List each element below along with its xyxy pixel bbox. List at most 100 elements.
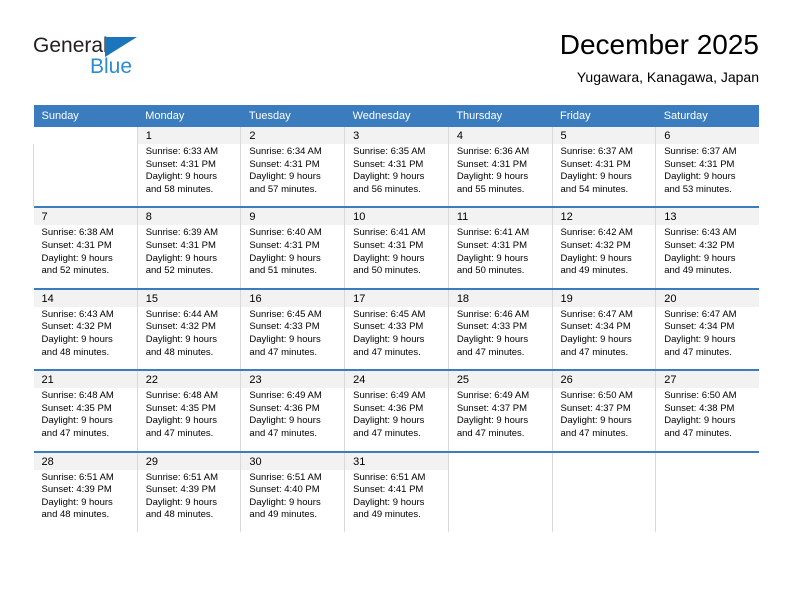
day-detail-11[interactable]: Sunrise: 6:41 AM Sunset: 4:31 PM Dayligh… (447, 225, 553, 288)
day-number-12[interactable]: 12 (551, 208, 656, 226)
day-number-20[interactable]: 20 (655, 289, 760, 307)
day-detail-29[interactable]: Sunrise: 6:51 AM Sunset: 4:39 PM Dayligh… (136, 469, 241, 532)
day-number-14[interactable]: 14 (33, 289, 138, 307)
day-number-11[interactable]: 11 (447, 208, 553, 226)
day-detail-27[interactable]: Sunrise: 6:50 AM Sunset: 4:38 PM Dayligh… (655, 388, 760, 451)
day-number-25[interactable]: 25 (447, 371, 553, 389)
day-detail-5[interactable]: Sunrise: 6:37 AM Sunset: 4:31 PM Dayligh… (551, 144, 656, 207)
day-number-30[interactable]: 30 (240, 452, 345, 470)
day-number-19[interactable]: 19 (551, 289, 656, 307)
daylight-text-1: Daylight: 9 hours (353, 252, 425, 264)
day-detail-9[interactable]: Sunrise: 6:40 AM Sunset: 4:31 PM Dayligh… (240, 225, 345, 288)
daylight-text-1: Daylight: 9 hours (145, 252, 217, 264)
day-number-7[interactable]: 7 (33, 208, 138, 226)
day-number-10[interactable]: 10 (344, 208, 449, 226)
day-detail-8[interactable]: Sunrise: 6:39 AM Sunset: 4:31 PM Dayligh… (136, 225, 241, 288)
sunset-text: Sunset: 4:31 PM (456, 158, 528, 170)
day-number-1[interactable]: 1 (136, 127, 241, 144)
sunset-text: Sunset: 4:31 PM (249, 158, 320, 170)
day-detail-4[interactable]: Sunrise: 6:36 AM Sunset: 4:31 PM Dayligh… (447, 144, 553, 207)
day-number-13[interactable]: 13 (655, 208, 760, 226)
day-detail-24[interactable]: Sunrise: 6:49 AM Sunset: 4:36 PM Dayligh… (344, 388, 449, 451)
sunrise-text: Sunrise: 6:48 AM (145, 390, 219, 402)
day-number-24[interactable]: 24 (344, 371, 449, 389)
day-detail-10[interactable]: Sunrise: 6:41 AM Sunset: 4:31 PM Dayligh… (344, 225, 449, 288)
day-number-5[interactable]: 5 (551, 127, 656, 144)
sunset-text: Sunset: 4:31 PM (560, 158, 631, 170)
sunrise-text: Sunrise: 6:43 AM (664, 227, 737, 239)
daylight-text-1: Daylight: 9 hours (456, 171, 529, 183)
day-number-21[interactable]: 21 (33, 371, 138, 389)
sunset-text: Sunset: 4:40 PM (249, 484, 320, 496)
daylight-text-2: and 47 minutes. (456, 346, 525, 358)
daylight-text-1: Daylight: 9 hours (145, 496, 217, 508)
day-detail-30[interactable]: Sunrise: 6:51 AM Sunset: 4:40 PM Dayligh… (240, 469, 345, 532)
day-number-23[interactable]: 23 (240, 371, 345, 389)
calendar-grid: Sunday Monday Tuesday Wednesday Thursday… (33, 105, 760, 532)
sunrise-text: Sunrise: 6:50 AM (664, 390, 737, 402)
daylight-text-1: Daylight: 9 hours (456, 252, 529, 264)
daylight-text-1: Daylight: 9 hours (41, 252, 113, 264)
day-detail-23[interactable]: Sunrise: 6:49 AM Sunset: 4:36 PM Dayligh… (240, 388, 345, 451)
day-number-8[interactable]: 8 (136, 208, 241, 226)
sunset-text: Sunset: 4:33 PM (249, 321, 320, 333)
week-4-daynum-row: 21 22 23 24 25 26 27 (33, 371, 760, 389)
day-number-22[interactable]: 22 (136, 371, 241, 389)
week-2-detail-row: Sunrise: 6:38 AM Sunset: 4:31 PM Dayligh… (33, 225, 760, 288)
day-detail-14[interactable]: Sunrise: 6:43 AM Sunset: 4:32 PM Dayligh… (33, 306, 138, 370)
weekday-header-tuesday: Tuesday (240, 105, 345, 127)
day-detail-2[interactable]: Sunrise: 6:34 AM Sunset: 4:31 PM Dayligh… (240, 144, 345, 207)
day-detail-18[interactable]: Sunrise: 6:46 AM Sunset: 4:33 PM Dayligh… (447, 306, 553, 370)
day-number-28[interactable]: 28 (33, 452, 138, 470)
sunrise-text: Sunrise: 6:49 AM (353, 390, 426, 402)
sunrise-text: Sunrise: 6:47 AM (560, 308, 633, 320)
day-number-27[interactable]: 27 (655, 371, 760, 389)
day-number-6[interactable]: 6 (655, 127, 760, 144)
sunrise-text: Sunrise: 6:51 AM (249, 471, 322, 483)
day-detail-3[interactable]: Sunrise: 6:35 AM Sunset: 4:31 PM Dayligh… (344, 144, 449, 207)
day-detail-20[interactable]: Sunrise: 6:47 AM Sunset: 4:34 PM Dayligh… (655, 306, 760, 370)
day-number-17[interactable]: 17 (344, 289, 449, 307)
day-number-16[interactable]: 16 (240, 289, 345, 307)
daylight-text-2: and 49 minutes. (664, 265, 732, 277)
day-number-29[interactable]: 29 (136, 452, 241, 470)
daylight-text-1: Daylight: 9 hours (41, 496, 113, 508)
week-5-detail-row: Sunrise: 6:51 AM Sunset: 4:39 PM Dayligh… (33, 469, 760, 532)
daylight-text-1: Daylight: 9 hours (41, 333, 113, 345)
day-detail-1[interactable]: Sunrise: 6:33 AM Sunset: 4:31 PM Dayligh… (136, 144, 241, 207)
daylight-text-1: Daylight: 9 hours (145, 333, 217, 345)
day-detail-15[interactable]: Sunrise: 6:44 AM Sunset: 4:32 PM Dayligh… (136, 306, 241, 370)
day-detail-25[interactable]: Sunrise: 6:49 AM Sunset: 4:37 PM Dayligh… (447, 388, 553, 451)
day-number-15[interactable]: 15 (136, 289, 241, 307)
day-number-4[interactable]: 4 (447, 127, 553, 144)
day-number-18[interactable]: 18 (447, 289, 553, 307)
daylight-text-2: and 47 minutes. (145, 427, 214, 439)
day-detail-13[interactable]: Sunrise: 6:43 AM Sunset: 4:32 PM Dayligh… (655, 225, 760, 288)
day-detail-7[interactable]: Sunrise: 6:38 AM Sunset: 4:31 PM Dayligh… (33, 225, 138, 288)
day-detail-6[interactable]: Sunrise: 6:37 AM Sunset: 4:31 PM Dayligh… (655, 144, 760, 207)
day-number-2[interactable]: 2 (240, 127, 345, 144)
general-blue-logo[interactable]: General Blue (33, 34, 163, 84)
day-detail-17[interactable]: Sunrise: 6:45 AM Sunset: 4:33 PM Dayligh… (344, 306, 449, 370)
weekday-header-wednesday: Wednesday (344, 105, 449, 127)
day-detail-19[interactable]: Sunrise: 6:47 AM Sunset: 4:34 PM Dayligh… (551, 306, 656, 370)
sunrise-text: Sunrise: 6:43 AM (41, 308, 114, 320)
day-detail-26[interactable]: Sunrise: 6:50 AM Sunset: 4:37 PM Dayligh… (551, 388, 656, 451)
day-detail-21[interactable]: Sunrise: 6:48 AM Sunset: 4:35 PM Dayligh… (33, 388, 138, 451)
day-detail-28[interactable]: Sunrise: 6:51 AM Sunset: 4:39 PM Dayligh… (33, 469, 138, 532)
day-detail-16[interactable]: Sunrise: 6:45 AM Sunset: 4:33 PM Dayligh… (240, 306, 345, 370)
day-detail-12[interactable]: Sunrise: 6:42 AM Sunset: 4:32 PM Dayligh… (551, 225, 656, 288)
day-number-31[interactable]: 31 (344, 452, 449, 470)
daylight-text-2: and 49 minutes. (560, 265, 629, 277)
sunset-text: Sunset: 4:39 PM (41, 484, 112, 496)
day-number-9[interactable]: 9 (240, 208, 345, 226)
day-number-3[interactable]: 3 (344, 127, 449, 144)
daylight-text-2: and 52 minutes. (145, 265, 214, 277)
day-detail-22[interactable]: Sunrise: 6:48 AM Sunset: 4:35 PM Dayligh… (136, 388, 241, 451)
day-detail-31[interactable]: Sunrise: 6:51 AM Sunset: 4:41 PM Dayligh… (344, 469, 449, 532)
daylight-text-1: Daylight: 9 hours (249, 333, 321, 345)
sunrise-text: Sunrise: 6:45 AM (353, 308, 426, 320)
day-detail-empty (33, 144, 138, 207)
weekday-header-row: Sunday Monday Tuesday Wednesday Thursday… (33, 105, 760, 127)
day-number-26[interactable]: 26 (551, 371, 656, 389)
